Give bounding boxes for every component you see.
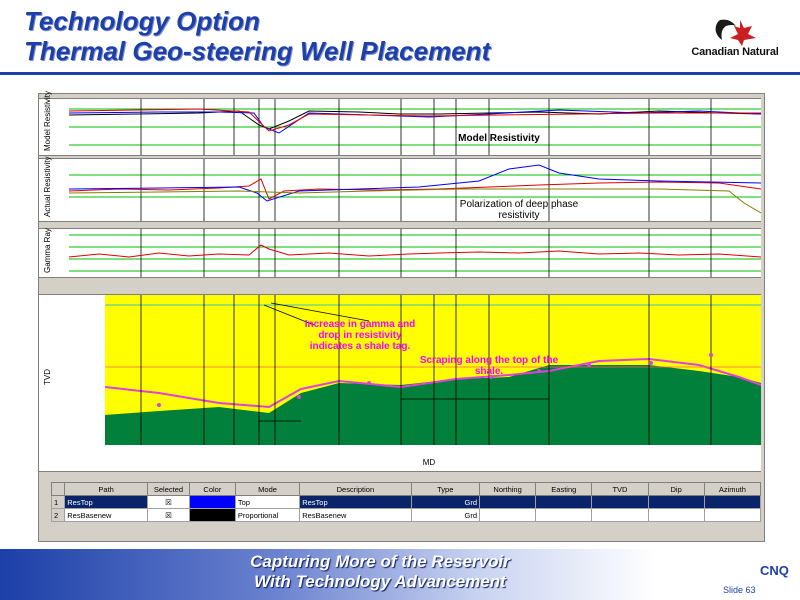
company-logo: Canadian Natural [680, 16, 790, 66]
description-cell[interactable]: ResTop [299, 495, 412, 509]
shale-tag-annotation: Increase in gamma and drop in resistivit… [304, 319, 416, 352]
selected-checkbox[interactable]: ☒ [147, 495, 190, 509]
cnq-label: CNQ [760, 563, 789, 578]
row-number: 1 [50, 495, 66, 509]
model-resistivity-track[interactable]: Model Resistivity Model Resistivity [39, 91, 762, 156]
col-northing[interactable]: Northing [478, 482, 537, 496]
slide-footer: Capturing More of the Reservoir With Tec… [0, 549, 800, 600]
col-selected[interactable]: Selected [147, 482, 190, 496]
col-type[interactable]: Type [410, 482, 481, 496]
dip-cell[interactable] [647, 508, 705, 522]
table-row[interactable]: 2 ResBasenew ☒ Proportional ResBasenew G… [50, 508, 762, 522]
shale-scrape-annotation: Scraping along the top of the shale. [419, 355, 559, 377]
track-axis-label: Gamma Ray [43, 228, 52, 273]
track-axis-label: TVD [43, 369, 52, 385]
azimuth-cell[interactable] [703, 508, 762, 522]
type-cell[interactable]: Grd [410, 508, 481, 522]
col-path[interactable]: Path [64, 482, 149, 496]
title-line-1: Technology Option [24, 6, 260, 36]
gamma-ray-plot [68, 229, 762, 277]
col-easting[interactable]: Easting [535, 482, 593, 496]
col-color[interactable]: Color [188, 482, 236, 496]
md-axis-label: MD [422, 458, 436, 467]
path-cell[interactable]: ResBasenew [64, 508, 149, 522]
geosteering-window: Model Resistivity Model Resistivity Actu… [38, 91, 765, 542]
slide-title: Technology Option Thermal Geo-steering W… [24, 6, 490, 66]
northing-cell[interactable] [478, 495, 537, 509]
azimuth-cell[interactable] [703, 495, 762, 509]
tvd-cell[interactable] [591, 508, 649, 522]
actual-resistivity-track[interactable]: Actual Resistivity Polarization of deep … [39, 156, 762, 222]
footer-text: Capturing More of the Reservoir With Tec… [0, 552, 760, 592]
model-resistivity-annotation: Model Resistivity [458, 133, 540, 144]
footer-line-1: Capturing More of the Reservoir [250, 552, 510, 571]
track-axis-label: Actual Resistivity [43, 156, 52, 217]
maple-leaf-icon [715, 19, 756, 46]
col-azimuth[interactable]: Azimuth [703, 482, 762, 496]
model-resistivity-plot [68, 99, 762, 155]
selected-checkbox[interactable]: ☒ [147, 508, 190, 522]
gamma-ray-track[interactable]: Gamma Ray [39, 228, 762, 278]
mode-cell[interactable]: Proportional [234, 508, 301, 522]
col-description[interactable]: Description [299, 482, 412, 496]
color-swatch[interactable] [188, 508, 236, 522]
footer-line-2: With Technology Advancement [254, 572, 506, 591]
polarization-annotation: Polarization of deep phase resistivity [459, 199, 579, 221]
surface-table: Path Selected Color Mode Description Typ… [50, 482, 762, 522]
col-tvd[interactable]: TVD [591, 482, 649, 496]
track-axis-label: Model Resistivity [43, 90, 52, 151]
dip-cell[interactable] [647, 495, 705, 509]
color-swatch[interactable] [188, 495, 236, 509]
description-cell[interactable]: ResBasenew [299, 508, 412, 522]
col-mode[interactable]: Mode [234, 482, 301, 496]
table-row[interactable]: 1 ResTop ☒ Top ResTop Grd [50, 495, 762, 509]
easting-cell[interactable] [535, 508, 593, 522]
col-num [50, 482, 66, 496]
path-cell[interactable]: ResTop [64, 495, 149, 509]
title-divider [0, 72, 800, 75]
actual-resistivity-plot [68, 159, 762, 221]
mode-cell[interactable]: Top [234, 495, 301, 509]
type-cell[interactable]: Grd [410, 495, 481, 509]
col-dip[interactable]: Dip [647, 482, 705, 496]
row-number: 2 [50, 508, 66, 522]
title-line-2: Thermal Geo-steering Well Placement [24, 36, 491, 66]
slide-number: Slide 63 [723, 585, 756, 595]
tvd-cross-section[interactable]: TVD Increase in gamma and drop in resist… [39, 294, 762, 472]
logo-text: Canadian Natural [691, 46, 779, 58]
northing-cell[interactable] [478, 508, 537, 522]
tvd-cell[interactable] [591, 495, 649, 509]
easting-cell[interactable] [535, 495, 593, 509]
